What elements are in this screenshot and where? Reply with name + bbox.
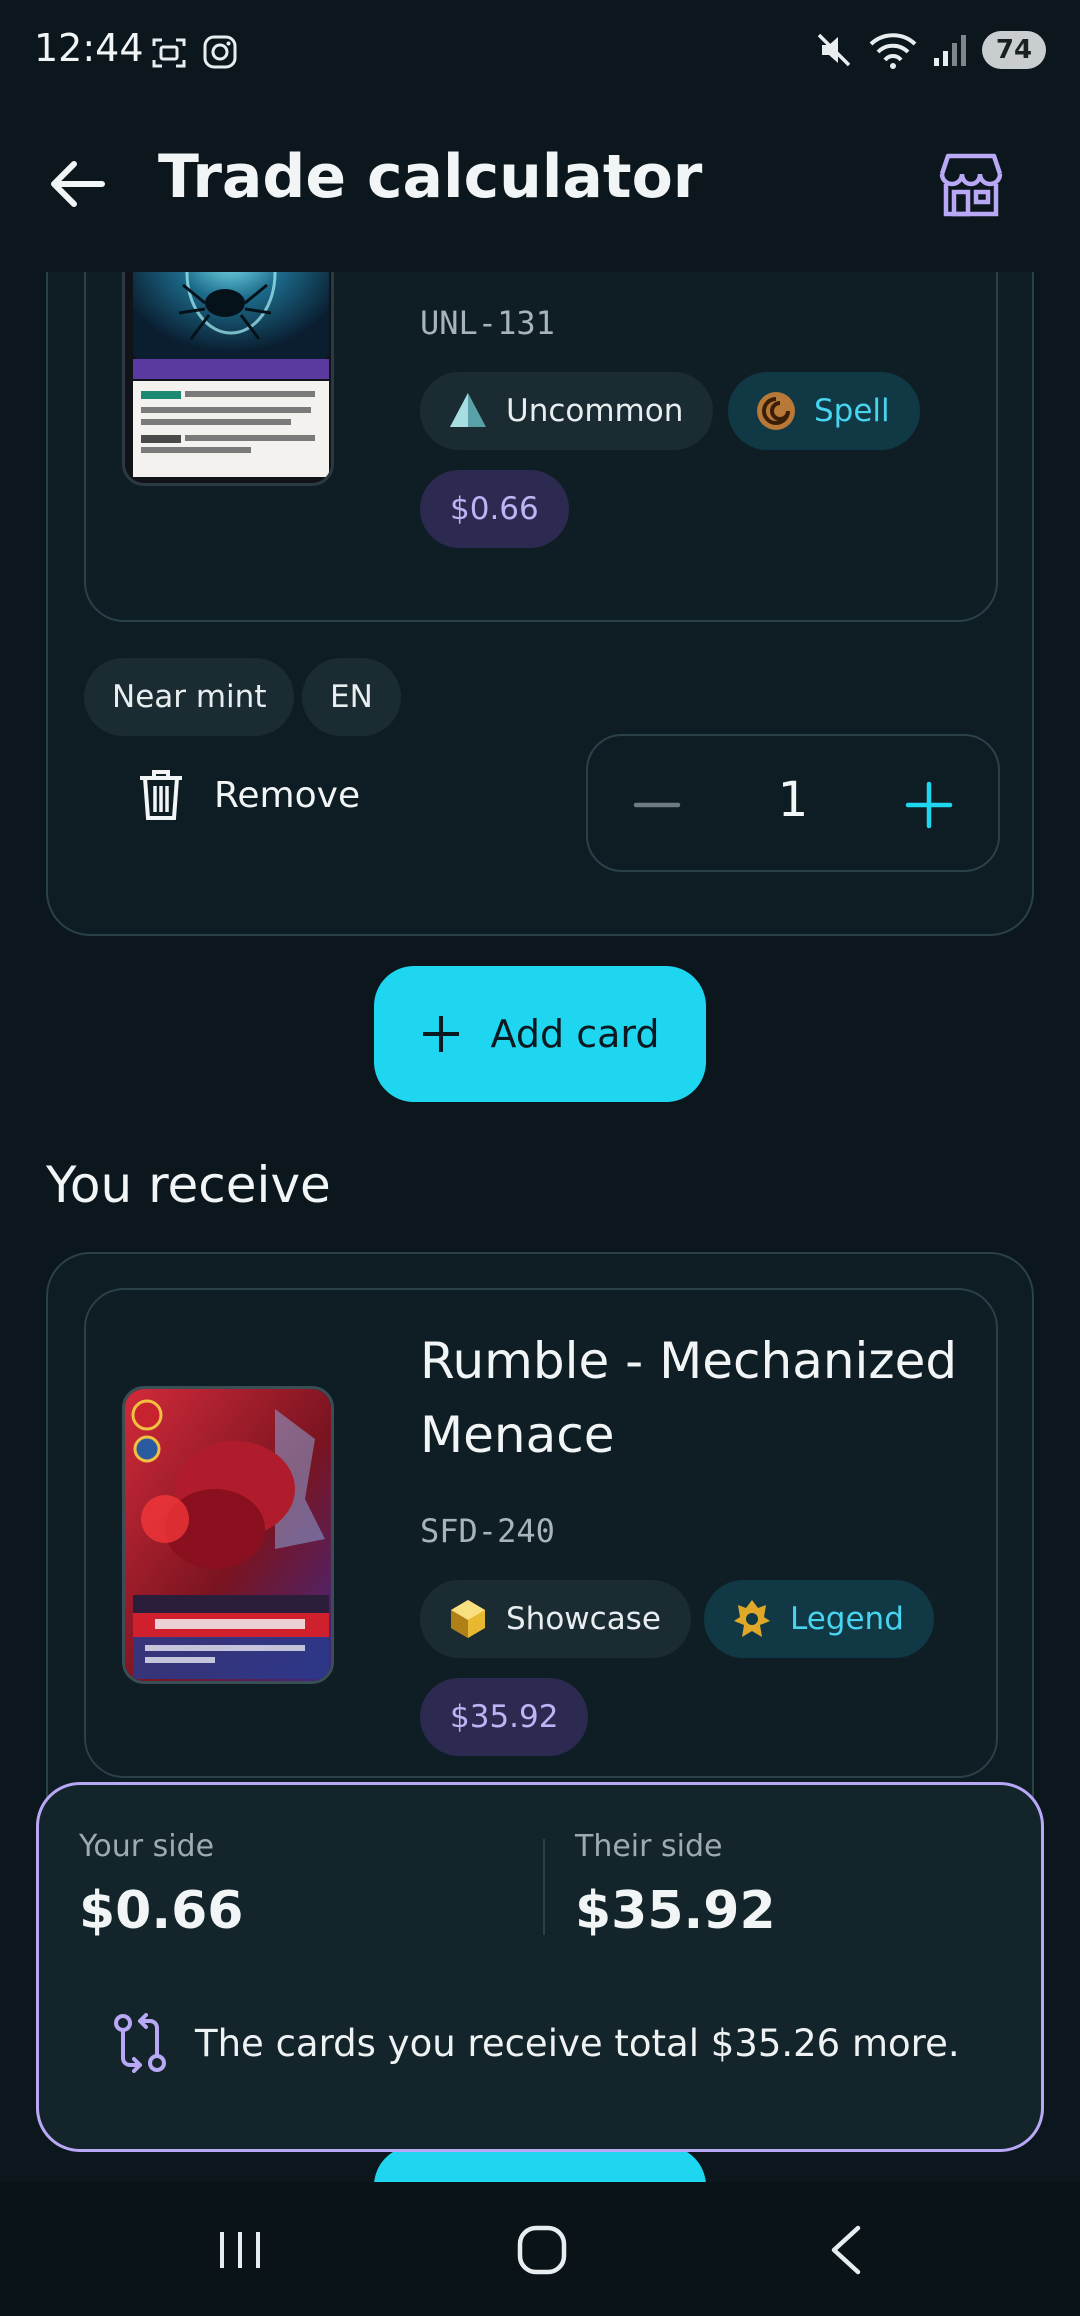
compare-arrows-icon [114, 2013, 166, 2073]
system-nav-bar [0, 2182, 1080, 2316]
add-card-button[interactable]: Add card [374, 966, 706, 1102]
page-title: Trade calculator [158, 142, 703, 212]
your-side-label: Your side [79, 1829, 215, 1864]
language-chip[interactable]: EN [302, 658, 401, 736]
rarity-label: Showcase [506, 1601, 661, 1637]
give-card-details[interactable]: Abandon UNL-131 Uncommon Spell $0.66 [84, 272, 998, 622]
status-time: 12:44 [34, 26, 144, 70]
your-side-value: $0.66 [79, 1881, 244, 1941]
trade-summary-panel: Your side $0.66 Their side $35.92 The ca… [36, 1782, 1044, 2152]
home-icon[interactable] [516, 2224, 568, 2276]
price-label: $0.66 [450, 491, 539, 527]
rumble-artwork [125, 1389, 331, 1681]
summary-divider [543, 1839, 545, 1935]
add-icon [422, 1016, 459, 1052]
section-title-you-receive: You receive [46, 1156, 331, 1214]
receive-card-details[interactable]: Rumble - Mechanized Menace SFD-240 Showc… [84, 1288, 998, 1778]
app-bar: Trade calculator [0, 100, 1080, 272]
store-icon[interactable] [936, 150, 1006, 220]
status-system-icons: 74 [814, 30, 1046, 70]
back-arrow-icon[interactable] [46, 152, 110, 216]
add-card-label: Add card [490, 1012, 660, 1056]
type-label: Spell [814, 393, 890, 429]
price-chip: $0.66 [420, 470, 569, 548]
showcase-rarity-icon [451, 1600, 485, 1638]
quantity-stepper: 1 [586, 734, 1000, 872]
status-notification-icons [150, 34, 238, 72]
their-side-label: Their side [575, 1829, 723, 1864]
plus-icon[interactable] [904, 780, 954, 830]
their-side-value: $35.92 [575, 1881, 776, 1941]
abandon-artwork [125, 272, 331, 483]
recent-apps-icon[interactable] [216, 2228, 264, 2272]
rarity-label: Uncommon [506, 393, 684, 429]
trade-difference-message: The cards you receive total $35.26 more. [113, 2013, 960, 2073]
give-card-entry: Abandon UNL-131 Uncommon Spell $0.66 N [46, 272, 1034, 936]
type-chip: Legend [704, 1580, 934, 1658]
card-image-rumble [122, 1386, 334, 1684]
card-code: SFD-240 [420, 1512, 555, 1550]
legend-type-icon [734, 1600, 770, 1637]
card-name: Abandon [420, 272, 642, 282]
spell-type-icon [757, 392, 795, 430]
rarity-chip: Showcase [420, 1580, 691, 1658]
card-name: Rumble - Mechanized Menace [420, 1332, 958, 1464]
card-code: UNL-131 [420, 304, 555, 342]
trash-icon [140, 770, 182, 820]
screenshot-icon [152, 38, 186, 68]
instagram-icon [203, 35, 237, 69]
signal-icon [934, 35, 966, 66]
nav-back-icon[interactable] [826, 2224, 866, 2276]
wifi-icon [869, 33, 917, 69]
status-bar: 12:44 74 [0, 0, 1080, 100]
mute-icon [817, 33, 851, 67]
condition-chip[interactable]: Near mint [84, 658, 295, 736]
type-label: Legend [790, 1601, 904, 1637]
remove-button[interactable]: Remove [138, 768, 360, 822]
type-chip: Spell [728, 372, 920, 450]
battery-indicator: 74 [982, 31, 1046, 69]
uncommon-rarity-icon [450, 393, 486, 427]
rarity-chip: Uncommon [420, 372, 714, 450]
card-image-abandon [122, 272, 334, 486]
remove-label: Remove [214, 774, 361, 816]
trade-difference-text: The cards you receive total $35.26 more. [195, 2021, 960, 2065]
price-label: $35.92 [450, 1699, 559, 1735]
price-chip: $35.92 [420, 1678, 589, 1756]
